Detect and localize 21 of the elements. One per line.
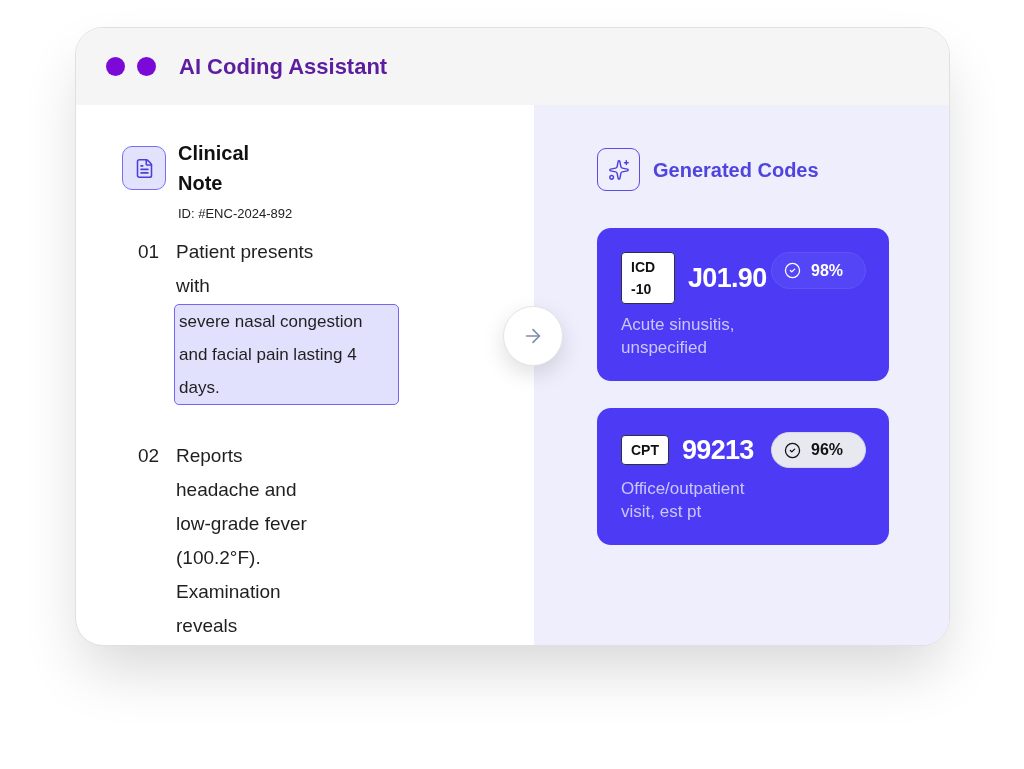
document-icon xyxy=(122,146,166,190)
code-system-tag: CPT xyxy=(621,435,669,465)
code-value: 99213 xyxy=(682,434,754,466)
note-text: Reports headache and low-grade fever (100.2°F). Examination reveals xyxy=(176,444,308,638)
item-number: 01 xyxy=(138,240,161,264)
code-value: J01.90 xyxy=(688,262,767,294)
note-title: Clinical Note xyxy=(178,141,251,196)
code-system-tag: ICD -10 xyxy=(621,252,675,304)
code-description: Acute sinusitis, unspecified xyxy=(621,314,736,359)
confidence-value: 96% xyxy=(811,440,844,460)
code-description: Office/outpatient visit, est pt xyxy=(621,478,746,523)
note-id: ID: #ENC-2024-892 xyxy=(178,205,293,223)
codes-title: Generated Codes xyxy=(653,157,819,183)
sparkles-icon xyxy=(597,148,640,191)
check-circle-icon xyxy=(784,441,801,459)
confidence-value: 98% xyxy=(811,260,844,281)
window-title: AI Coding Assistant xyxy=(179,52,388,81)
item-number: 02 xyxy=(138,444,161,468)
highlighted-text: severe nasal congestion and facial pain lasting 4 days. xyxy=(174,304,399,405)
note-text: Patient presents with xyxy=(176,240,315,298)
check-circle-icon xyxy=(784,262,801,279)
